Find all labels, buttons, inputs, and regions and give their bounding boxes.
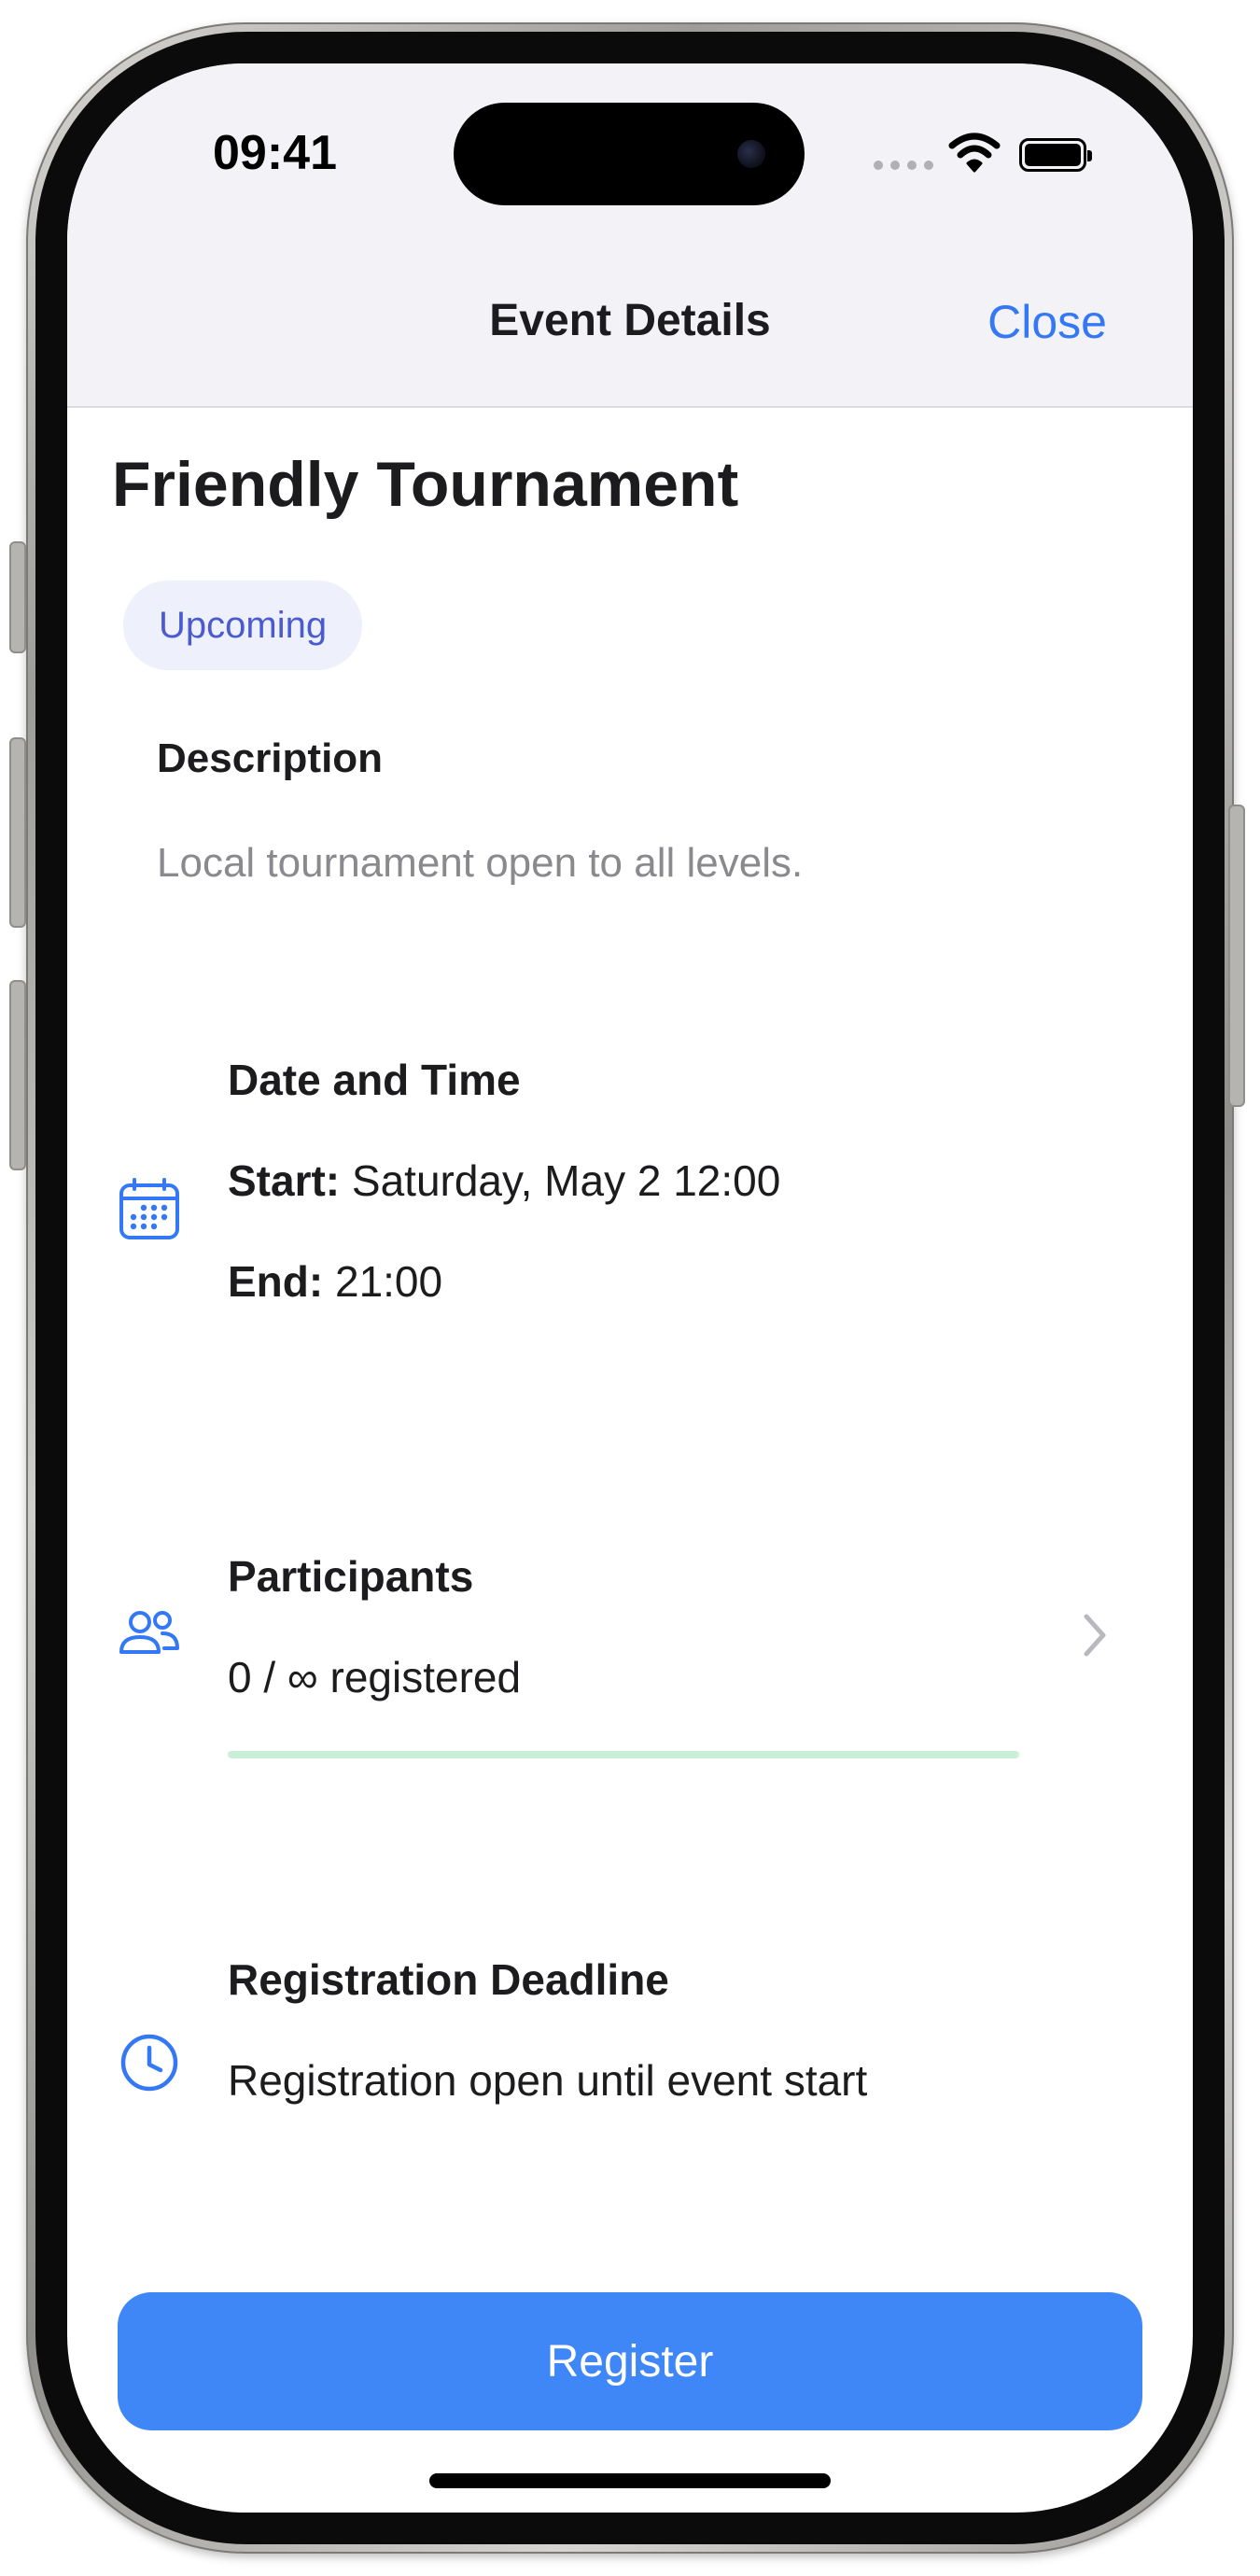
end-time: End: 21:00 (228, 1256, 442, 1307)
dynamic-island (454, 103, 805, 205)
volume-down-button (9, 980, 26, 1170)
description-text: Local tournament open to all levels. (157, 840, 804, 886)
volume-up-button (9, 737, 26, 928)
navigation-header: 09:41 Event Details Close (67, 63, 1193, 408)
deadline-text: Registration open until event start (228, 2056, 868, 2105)
calendar-icon (119, 1178, 179, 1239)
start-label: Start: (228, 1156, 341, 1205)
status-time: 09:41 (213, 126, 337, 180)
action-button (9, 541, 26, 653)
cellular-signal-icon (874, 161, 933, 170)
home-indicator[interactable] (429, 2473, 831, 2488)
camera-icon (737, 140, 765, 168)
end-label: End: (228, 1257, 324, 1306)
description-label: Description (157, 735, 384, 781)
event-title: Friendly Tournament (112, 449, 739, 520)
participants-count: 0 / ∞ registered (228, 1653, 522, 1701)
date-time-title: Date and Time (228, 1056, 521, 1104)
participants-progress-bar (228, 1751, 1019, 1758)
clock-icon (120, 2034, 178, 2092)
register-button[interactable]: Register (118, 2292, 1142, 2430)
start-value: Saturday, May 2 12:00 (351, 1156, 781, 1205)
chevron-right-icon[interactable] (1075, 1609, 1113, 1661)
end-value: 21:00 (334, 1257, 443, 1306)
screen: 09:41 Event Details Close Friendly Tourn… (67, 63, 1193, 2513)
close-button[interactable]: Close (987, 295, 1107, 349)
status-badge: Upcoming (123, 581, 363, 670)
people-icon (119, 1611, 179, 1654)
deadline-title: Registration Deadline (228, 1955, 669, 2004)
battery-icon (1019, 138, 1092, 172)
wifi-icon (948, 133, 1001, 173)
power-button (1228, 805, 1245, 1107)
start-time: Start: Saturday, May 2 12:00 (228, 1155, 780, 1206)
participants-title: Participants (228, 1552, 474, 1601)
